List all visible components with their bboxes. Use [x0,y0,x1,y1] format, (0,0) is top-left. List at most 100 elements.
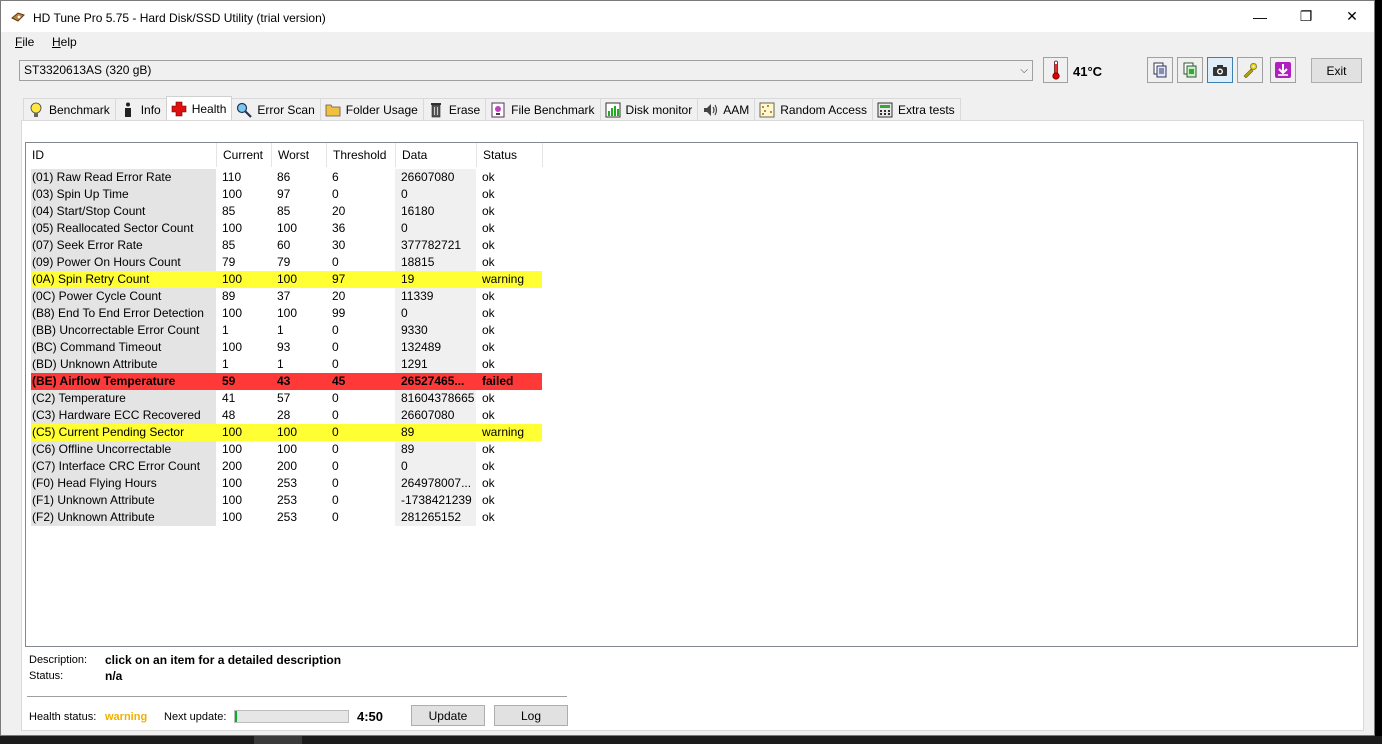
cell-threshold: 0 [332,408,339,422]
cell-current: 100 [222,187,243,201]
health-cross-icon [170,101,188,117]
cell-threshold: 0 [332,357,339,371]
tab-disk-monitor[interactable]: Disk monitor [599,98,699,120]
cell-threshold: 0 [326,424,395,441]
tab-random-access[interactable]: Random Access [754,98,873,120]
cell-threshold: 20 [332,204,346,218]
table-row[interactable]: (0A) Spin Retry Count 100 100 97 19 warning [31,271,542,288]
window-title: HD Tune Pro 5.75 - Hard Disk/SSD Utility… [33,11,326,25]
cell-worst: 100 [271,271,326,288]
cell-data: 9330 [395,322,476,339]
cell-id: (04) Start/Stop Count [31,203,216,220]
table-row[interactable]: (BB) Uncorrectable Error Count 1 1 0 9330 ok [31,322,542,339]
tab-file-benchmark[interactable]: File Benchmark [485,98,601,120]
cell-id: (BC) Command Timeout [31,339,216,356]
table-row[interactable]: (C7) Interface CRC Error Count 200 200 0 0 ok [31,458,542,475]
minimize-button[interactable]: — [1237,1,1283,32]
table-row[interactable]: (C6) Offline Uncorrectable 100 100 0 89 ok [31,441,542,458]
cell-current: 100 [222,442,243,456]
exit-button[interactable]: Exit [1311,58,1362,83]
tab-aam[interactable]: AAM [697,98,756,120]
update-progress-bar [234,710,349,723]
update-button[interactable]: Update [411,705,485,726]
cell-data: 26607080 [395,169,476,186]
screenshot-button[interactable] [1207,57,1233,83]
table-row[interactable]: (F2) Unknown Attribute 100 253 0 281265152 ok [31,509,542,526]
column-header-data[interactable]: Data [396,143,477,167]
cell-worst: 253 [277,510,298,524]
cell-current: 41 [222,391,236,405]
temperature-indicator[interactable] [1043,57,1068,83]
cell-status: ok [482,306,495,320]
cell-status: ok [482,204,495,218]
drive-select[interactable]: ST3320613AS (320 gB) ⌵ [19,60,1033,81]
maximize-button[interactable]: ❐ [1283,1,1329,32]
table-row[interactable]: (C5) Current Pending Sector 100 100 0 89 warn… [31,424,542,441]
column-header-worst[interactable]: Worst [272,143,327,167]
table-row[interactable]: (F1) Unknown Attribute 100 253 0 -1738421239… [31,492,542,509]
drive-select-value: ST3320613AS (320 gB) [24,63,152,77]
table-row[interactable]: (05) Reallocated Sector Count 100 100 36 0 ok [31,220,542,237]
tab-benchmark[interactable]: Benchmark [23,98,116,120]
cell-id: (03) Spin Up Time [31,186,216,203]
save-button[interactable] [1270,57,1296,83]
table-row[interactable]: (09) Power On Hours Count 79 79 0 18815 ok [31,254,542,271]
column-header-id[interactable]: ID [26,143,217,167]
cell-id: (BB) Uncorrectable Error Count [31,322,216,339]
cell-threshold: 20 [332,289,346,303]
table-row[interactable]: (C3) Hardware ECC Recovered 48 28 0 26607080… [31,407,542,424]
file-icon [489,102,507,118]
cell-current: 200 [222,459,243,473]
tab-extra-tests[interactable]: Extra tests [871,98,961,120]
copy-text-button[interactable] [1147,57,1173,83]
next-update-label: Next update: [164,711,227,723]
cell-id: (F2) Unknown Attribute [31,509,216,526]
table-row[interactable]: (BC) Command Timeout 100 93 0 132489 ok [31,339,542,356]
close-button[interactable]: ✕ [1329,1,1374,32]
cell-threshold: 30 [332,238,346,252]
menu-help[interactable]: Help [52,35,77,49]
column-header-threshold[interactable]: Threshold [327,143,396,167]
tab-health[interactable]: Health [165,96,233,120]
cell-worst: 100 [277,221,298,235]
table-row[interactable]: (03) Spin Up Time 100 97 0 0 ok [31,186,542,203]
table-row[interactable]: (BD) Unknown Attribute 1 1 0 1291 ok [31,356,542,373]
column-header-status[interactable]: Status [477,143,543,167]
cell-threshold: 0 [332,187,339,201]
cell-threshold: 0 [332,323,339,337]
table-row[interactable]: (01) Raw Read Error Rate 110 86 6 26607080 ok [31,169,542,186]
cell-threshold: 0 [332,510,339,524]
table-row[interactable]: (C2) Temperature 41 57 0 81604378665 ok [31,390,542,407]
cell-worst: 37 [277,289,291,303]
options-wrench-icon [1243,62,1258,78]
smart-attributes-list[interactable]: ID Current Worst Threshold Data Status (… [25,142,1358,647]
cell-status: ok [482,221,495,235]
cell-id: (C7) Interface CRC Error Count [31,458,216,475]
column-header-current[interactable]: Current [217,143,272,167]
cell-current: 89 [222,289,236,303]
tab-error-scan[interactable]: Error Scan [231,98,321,120]
cell-data: 0 [395,186,476,203]
options-button[interactable] [1237,57,1263,83]
tab-erase[interactable]: Erase [422,98,487,120]
menu-bar: File Help [1,32,1374,53]
table-row[interactable]: (BE) Airflow Temperature 59 43 45 26527465..… [31,373,542,390]
menu-file[interactable]: File [15,35,34,49]
copy-screen-button[interactable] [1177,57,1203,83]
table-row[interactable]: (0C) Power Cycle Count 89 37 20 11339 ok [31,288,542,305]
table-row[interactable]: (B8) End To End Error Detection 100 100 99 0… [31,305,542,322]
speaker-icon [701,102,719,118]
cell-worst: 100 [277,306,298,320]
cell-id: (F0) Head Flying Hours [31,475,216,492]
cell-id: (01) Raw Read Error Rate [31,169,216,186]
cell-current: 100 [216,271,271,288]
table-row[interactable]: (07) Seek Error Rate 85 60 30 377782721 ok [31,237,542,254]
cell-current: 48 [222,408,236,422]
table-row[interactable]: (04) Start/Stop Count 85 85 20 16180 ok [31,203,542,220]
grid-icon [758,102,776,118]
tab-info[interactable]: Info [114,98,167,120]
cell-threshold: 0 [332,255,339,269]
tab-folder-usage[interactable]: Folder Usage [319,98,424,120]
table-row[interactable]: (F0) Head Flying Hours 100 253 0 264978007..… [31,475,542,492]
log-button[interactable]: Log [494,705,568,726]
